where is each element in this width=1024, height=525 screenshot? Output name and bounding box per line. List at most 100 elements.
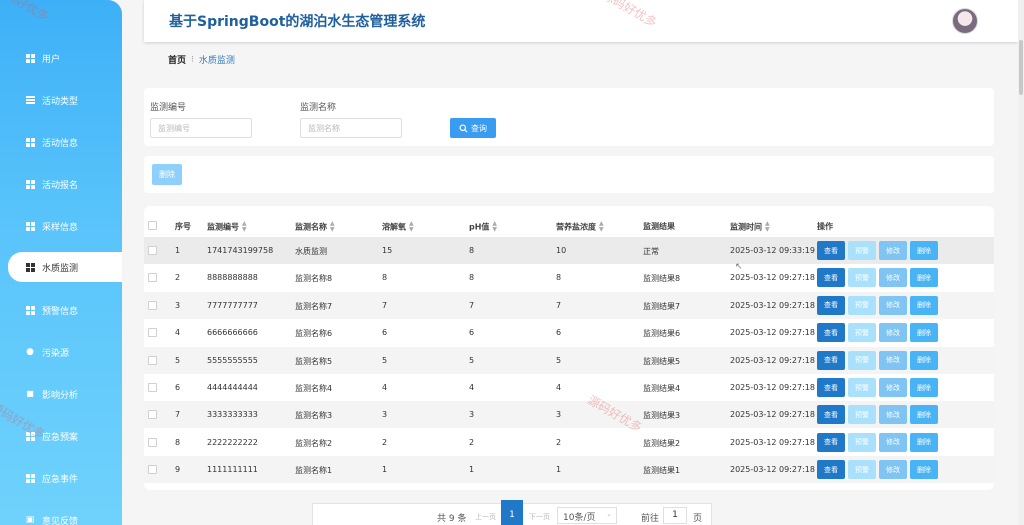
sidebar-item-sampling[interactable]: 采样信息 [0,211,122,241]
sidebar-item-warnings[interactable]: 预警信息 [0,295,122,325]
sidebar-item-activity-types[interactable]: 活动类型 [0,85,122,115]
column-header-time[interactable]: 监测时间 ▲ ▼ [730,221,770,233]
table-row[interactable]: 9 1111111111 监测名称1 1 1 1 监测结果1 2025-03-12 09:27… [144,456,994,484]
sort-icon[interactable]: ▲ ▼ [409,221,414,233]
row-checkbox[interactable] [148,328,157,338]
edit-button[interactable]: 修改 [879,460,907,480]
sidebar-item-water-quality[interactable]: 水质监测 [8,252,122,282]
row-checkbox[interactable] [148,437,157,447]
sort-icon[interactable]: ▲ ▼ [765,221,770,233]
column-header-code[interactable]: 监测编号 ▲ ▼ [207,221,247,233]
delete-button[interactable]: 删除 [910,350,938,370]
view-button[interactable]: 查看 [817,295,845,315]
edit-button[interactable]: 修改 [879,295,907,315]
page-size-select[interactable]: 10条/页 ⌄ [557,507,617,524]
cell-time: 2025-03-12 09:27:18 [730,410,815,420]
table-row[interactable]: 4 6666666666 监测名称6 6 6 6 监测结果6 2025-03-12 09:27… [144,319,994,346]
name-input[interactable] [300,118,402,138]
warn-button[interactable]: 预警 [848,460,876,480]
edit-button[interactable]: 修改 [879,378,907,397]
sidebar-item-feedback[interactable]: ▣ 意见反馈 [0,505,122,525]
list-icon [25,95,35,105]
sidebar-item-emergency-events[interactable]: 应急事件 [0,463,122,493]
edit-button[interactable]: 修改 [879,405,907,425]
search-button[interactable]: 查询 [450,118,496,138]
table-row[interactable]: 2 8888888888 监测名称8 8 8 8 监测结果8 2025-03-12 09:27… [144,264,994,291]
warn-button[interactable]: 预警 [848,378,876,397]
sidebar-item-activity-info[interactable]: 活动信息 [0,127,122,157]
page-number-current[interactable]: 1 [501,500,523,525]
breadcrumb-home[interactable]: 首页 [168,53,186,66]
sidebar-item-label: 影响分析 [42,390,79,401]
row-checkbox[interactable] [148,383,157,392]
sort-icon[interactable]: ▲ ▼ [492,221,497,233]
sort-icon[interactable]: ▲ ▼ [330,221,335,233]
view-button[interactable]: 查看 [817,350,845,370]
scrollbar-thumb[interactable] [1019,40,1023,95]
table-row[interactable]: 8 2222222222 监测名称2 2 2 2 监测结果2 2025-03-12 09:27… [144,429,994,456]
delete-button[interactable]: 删除 [910,378,938,397]
view-button[interactable]: 查看 [817,405,845,425]
sort-icon[interactable]: ▲ ▼ [242,221,247,233]
table-row[interactable]: 5 5555555555 监测名称5 5 5 5 监测结果5 2025-03-12 09:27… [144,346,994,374]
warn-button[interactable]: 预警 [848,241,876,260]
view-button[interactable]: 查看 [817,460,845,480]
view-button[interactable]: 查看 [817,241,845,260]
row-checkbox[interactable] [148,465,157,475]
sidebar-item-impact-analysis[interactable]: ■ 影响分析 [0,379,122,409]
row-checkbox[interactable] [148,300,157,310]
table-row[interactable]: 7 3333333333 监测名称3 3 3 3 监测结果3 2025-03-12 09:27… [144,401,994,429]
warn-button[interactable]: 预警 [848,323,876,343]
avatar[interactable] [952,8,978,34]
warn-button[interactable]: 预警 [848,405,876,425]
warn-button[interactable]: 预警 [848,295,876,315]
cell-dissolved-oxygen: 7 [382,300,388,310]
warn-button[interactable]: 预警 [848,432,876,452]
sidebar-item-users[interactable]: 用户 [0,43,122,73]
sidebar-item-pollution-sources[interactable]: ● 污染源 [0,337,122,367]
edit-button[interactable]: 修改 [879,323,907,343]
delete-button[interactable]: 删除 [910,460,938,480]
warn-button[interactable]: 预警 [848,268,876,288]
sidebar-item-label: 污染源 [42,348,70,359]
row-checkbox[interactable] [148,410,157,420]
row-checkbox[interactable] [148,355,157,365]
delete-button[interactable]: 删除 [910,241,938,260]
table-row[interactable]: 1 1741743199758 水质监测 15 8 10 正常 2025-03-12 09:3… [144,237,994,264]
code-input[interactable] [150,118,252,138]
delete-button[interactable]: 删除 [910,432,938,452]
column-header-dissolved-oxygen[interactable]: 溶解氧 ▲ ▼ [382,221,414,233]
table-row[interactable]: 3 7777777777 监测名称7 7 7 7 监测结果7 2025-03-12 09:27… [144,291,994,319]
delete-button[interactable]: 删除 [910,268,938,288]
goto-page-input[interactable]: 1 [663,507,687,524]
edit-button[interactable]: 修改 [879,241,907,260]
warn-button[interactable]: 预警 [848,350,876,370]
select-all-checkbox[interactable] [148,221,157,230]
column-header-ph[interactable]: pH值 ▲ ▼ [469,221,497,233]
edit-button[interactable]: 修改 [879,350,907,370]
next-page-button[interactable]: 下一页 [529,512,550,522]
table-row[interactable]: 6 4444444444 监测名称4 4 4 4 监测结果4 2025-03-12 09:27… [144,374,994,401]
row-checkbox[interactable] [148,246,157,255]
batch-delete-button[interactable]: 删除 [152,164,182,185]
view-button[interactable]: 查看 [817,268,845,288]
edit-button[interactable]: 修改 [879,432,907,452]
edit-button[interactable]: 修改 [879,268,907,288]
delete-button[interactable]: 删除 [910,323,938,343]
view-button[interactable]: 查看 [817,432,845,452]
column-header-name[interactable]: 监测名称 ▲ ▼ [295,221,335,233]
column-header-nutrient[interactable]: 营养盐浓度 ▲ ▼ [556,221,604,233]
delete-button[interactable]: 删除 [910,295,938,315]
sort-icon[interactable]: ▲ ▼ [599,221,604,233]
view-button[interactable]: 查看 [817,323,845,343]
sidebar-item-activity-signup[interactable]: 活动报名 [0,169,122,199]
vertical-scrollbar[interactable] [1018,0,1024,525]
cell-code: 1741743199758 [207,246,274,255]
breadcrumb: 首页 ⁝ 水质监测 [168,53,235,67]
prev-page-button[interactable]: 上一页 [475,512,496,522]
cell-code: 2222222222 [207,437,258,447]
view-button[interactable]: 查看 [817,378,845,397]
row-checkbox[interactable] [148,273,157,283]
delete-button[interactable]: 删除 [910,405,938,425]
cell-code: 4444444444 [207,383,258,392]
